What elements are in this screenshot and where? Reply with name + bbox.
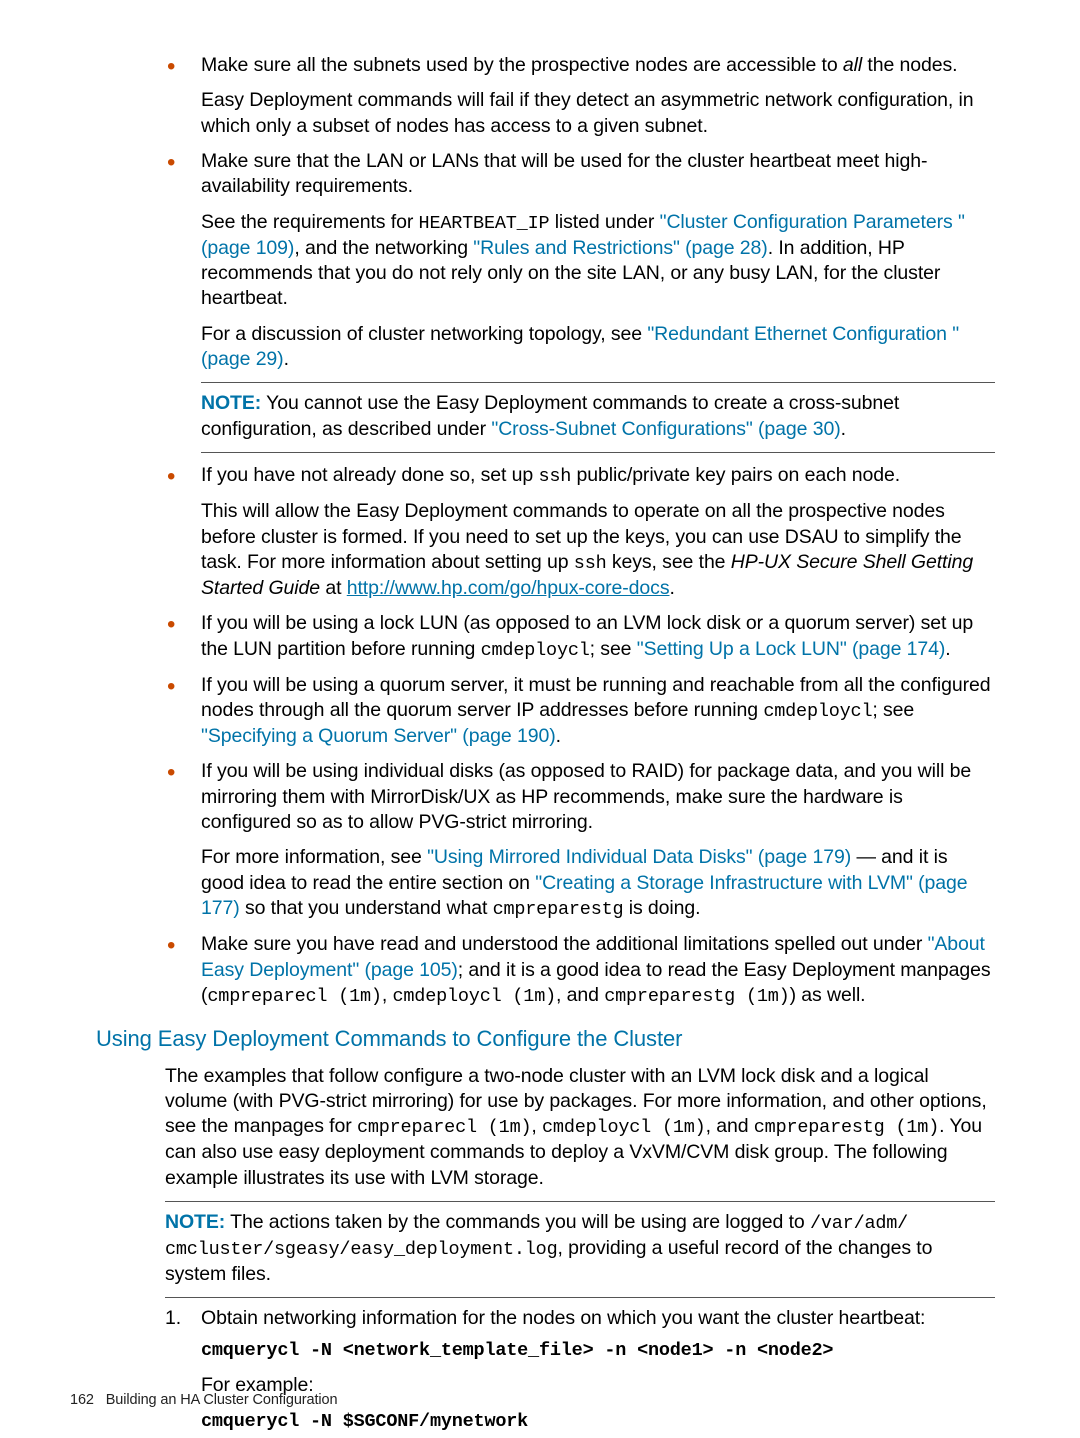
text: If you have not already done so, set up <box>201 464 538 486</box>
divider <box>165 1297 995 1298</box>
command-line: cmquerycl -N $SGCONF/mynetwork <box>201 1411 528 1432</box>
code-text: cmdeploycl (1m) <box>542 1117 706 1138</box>
divider <box>201 382 995 383</box>
code-text: cmpreparestg (1m) <box>754 1117 939 1138</box>
text: keys, see the <box>607 551 731 573</box>
text: ; see <box>590 638 637 660</box>
text: . <box>669 577 674 599</box>
cross-reference-link[interactable]: "Specifying a Quorum Server" (page 190) <box>201 725 556 747</box>
text: the nodes. <box>862 54 957 76</box>
page-number: 162 <box>70 1392 94 1408</box>
ordered-steps: 1. Obtain networking information for the… <box>165 1306 995 1434</box>
bullet-item-3: If you have not already done so, set up … <box>165 463 995 601</box>
bullet-item-4: If you will be using a lock LUN (as oppo… <box>165 611 995 662</box>
url-link[interactable]: http://www.hp.com/go/hpux-core-docs <box>347 577 670 599</box>
step-number: 1. <box>165 1306 181 1331</box>
bulleted-list-section: Make sure all the subnets used by the pr… <box>165 53 995 1009</box>
text: public/private key pairs on each node. <box>571 464 900 486</box>
text: For a discussion of cluster networking t… <box>201 323 647 345</box>
bullet-text: Make sure all the subnets used by the pr… <box>201 53 995 78</box>
text: ; see <box>872 699 914 721</box>
bullet-item-5: If you will be using a quorum server, it… <box>165 673 995 750</box>
code-text: cmdeploycl <box>481 640 590 661</box>
code-text: cmpreparestg <box>493 899 624 920</box>
bullet-text: If you will be using a lock LUN (as oppo… <box>201 611 995 662</box>
code-text: cmpreparestg (1m) <box>604 986 789 1007</box>
footer-title: Building an HA Cluster Configuration <box>106 1392 338 1408</box>
step-text: Obtain networking information for the no… <box>201 1307 925 1329</box>
note-label: NOTE: <box>165 1211 225 1233</box>
text: ) as well. <box>790 984 866 1006</box>
text: Make sure you have read and understood t… <box>201 933 928 955</box>
bullet-item-1: Make sure all the subnets used by the pr… <box>165 53 995 139</box>
text: , <box>531 1115 542 1137</box>
code-text: cmcluster/sgeasy/easy_deployment.log <box>165 1239 557 1260</box>
divider <box>165 1201 995 1202</box>
text: The actions taken by the commands you wi… <box>225 1211 810 1233</box>
code-text: ssh <box>538 466 571 487</box>
bullet-text: If you will be using a quorum server, it… <box>201 673 995 750</box>
section-body: The examples that follow configure a two… <box>165 1064 995 1435</box>
text: , <box>382 984 393 1006</box>
page-footer: 162 Building an HA Cluster Configuration <box>70 1391 337 1410</box>
bullet-item-2: Make sure that the LAN or LANs that will… <box>165 149 995 453</box>
command-line: cmquerycl -N <network_template_file> -n … <box>201 1340 833 1361</box>
text: , and <box>706 1115 754 1137</box>
bullet-text: If you will be using individual disks (a… <box>201 759 995 835</box>
text: . <box>841 418 846 440</box>
text: . <box>556 725 561 747</box>
sub-paragraph: See the requirements for HEARTBEAT_IP li… <box>201 210 995 312</box>
text: at <box>320 577 347 599</box>
text: See the requirements for <box>201 211 419 233</box>
code-text: cmpreparecl (1m) <box>207 986 381 1007</box>
cross-reference-link[interactable]: "Setting Up a Lock LUN" (page 174) <box>637 638 946 660</box>
cross-reference-link[interactable]: "Cross-Subnet Configurations" (page 30) <box>491 418 840 440</box>
bullet-item-6: If you will be using individual disks (a… <box>165 759 995 922</box>
divider <box>201 452 995 453</box>
cross-reference-link[interactable]: "Using Mirrored Individual Data Disks" (… <box>427 846 851 868</box>
text: . <box>284 348 289 370</box>
code-text: /var/adm/ <box>810 1213 908 1234</box>
note-label: NOTE: <box>201 392 261 414</box>
text: is doing. <box>623 897 700 919</box>
bullet-text: Make sure you have read and understood t… <box>201 932 995 1009</box>
text: Make sure all the subnets used by the pr… <box>201 54 843 76</box>
code-text: HEARTBEAT_IP <box>419 213 550 234</box>
text: , and the networking <box>294 237 473 259</box>
bullet-text: If you have not already done so, set up … <box>201 463 995 489</box>
bullet-item-7: Make sure you have read and understood t… <box>165 932 995 1009</box>
section-heading: Using Easy Deployment Commands to Config… <box>96 1025 1010 1054</box>
bullet-text: Make sure that the LAN or LANs that will… <box>201 149 995 200</box>
text: , and <box>556 984 604 1006</box>
code-text: cmpreparecl (1m) <box>357 1117 531 1138</box>
step-1: 1. Obtain networking information for the… <box>165 1306 995 1434</box>
code-text: cmdeploycl (1m) <box>392 986 556 1007</box>
text: . <box>945 638 950 660</box>
code-text: cmdeploycl <box>763 701 872 722</box>
paragraph: The examples that follow configure a two… <box>165 1064 995 1191</box>
note-block: NOTE: You cannot use the Easy Deployment… <box>201 391 995 442</box>
code-text: ssh <box>574 553 607 574</box>
text: so that you understand what <box>240 897 493 919</box>
sub-paragraph: For a discussion of cluster networking t… <box>201 322 995 373</box>
text: For more information, see <box>201 846 427 868</box>
sub-paragraph: For more information, see "Using Mirrore… <box>201 845 995 922</box>
note-block: NOTE: The actions taken by the commands … <box>165 1210 995 1287</box>
cross-reference-link[interactable]: "Rules and Restrictions" (page 28) <box>473 237 767 259</box>
italic-text: all <box>843 54 862 76</box>
text: listed under <box>549 211 659 233</box>
sub-paragraph: This will allow the Easy Deployment comm… <box>201 499 995 601</box>
sub-paragraph: Easy Deployment commands will fail if th… <box>201 88 995 139</box>
